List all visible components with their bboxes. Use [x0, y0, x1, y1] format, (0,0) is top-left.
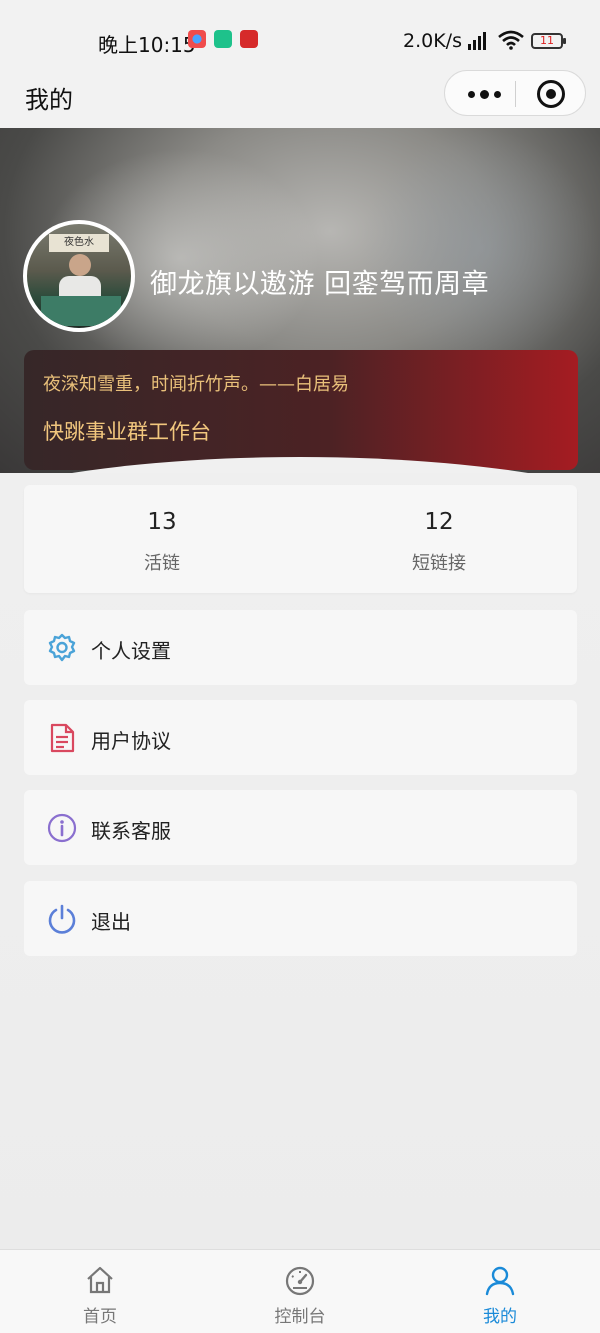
workspace-card[interactable]: 夜深知雪重，时闻折竹声。——白居易 快跳事业群工作台	[24, 350, 578, 470]
capsule-divider	[515, 81, 516, 107]
tab-home[interactable]: 首页	[0, 1250, 200, 1333]
menu-item-contact-support[interactable]: 联系客服	[24, 790, 577, 865]
menu-label: 个人设置	[91, 639, 171, 663]
stat-value: 12	[424, 509, 454, 535]
stat-label: 活链	[144, 553, 180, 574]
battery-icon: 11	[531, 33, 566, 49]
wifi-icon	[498, 30, 524, 55]
quote-text: 夜深知雪重，时闻折竹声。——白居易	[43, 374, 349, 395]
network-speed: 2.0K/s	[403, 30, 462, 52]
tab-dashboard[interactable]: 控制台	[200, 1250, 400, 1333]
stat-short-links[interactable]: 12 短链接	[301, 485, 577, 593]
nav-bar: 我的	[0, 64, 600, 128]
close-miniprogram-icon[interactable]	[537, 80, 565, 108]
avatar-sign: 夜色水	[49, 234, 109, 252]
workspace-title: 快跳事业群工作台	[43, 420, 211, 444]
tab-mine[interactable]: 我的	[400, 1250, 600, 1333]
info-icon	[46, 812, 78, 844]
document-icon	[46, 722, 78, 754]
app-notification-icon	[214, 30, 232, 48]
menu-item-settings[interactable]: 个人设置	[24, 610, 577, 685]
menu-label: 联系客服	[91, 819, 171, 843]
stat-active-links[interactable]: 13 活链	[24, 485, 300, 593]
page-title: 我的	[25, 86, 73, 114]
stat-label: 短链接	[412, 553, 466, 574]
menu-item-logout[interactable]: 退出	[24, 881, 577, 956]
gear-icon	[46, 632, 78, 664]
tab-label: 首页	[83, 1307, 117, 1327]
miniprogram-capsule	[444, 70, 586, 116]
signal-icon	[468, 30, 490, 50]
tab-label: 我的	[483, 1307, 517, 1327]
avatar[interactable]: 夜色水	[23, 220, 135, 332]
dashboard-icon	[284, 1264, 316, 1296]
menu-label: 用户协议	[91, 729, 171, 753]
stat-value: 13	[147, 509, 177, 535]
status-bar: 晚上10:15 2.0K/s 11	[0, 0, 600, 64]
app-notification-icon	[188, 30, 206, 48]
tab-bar: 首页 控制台 我的	[0, 1249, 600, 1333]
menu-label: 退出	[91, 910, 131, 934]
stats-card: 13 活链 12 短链接	[24, 485, 577, 593]
user-icon	[484, 1264, 516, 1296]
status-time: 晚上10:15	[98, 33, 196, 57]
tab-label: 控制台	[274, 1307, 326, 1327]
more-icon[interactable]	[465, 77, 515, 111]
menu-item-user-agreement[interactable]: 用户协议	[24, 700, 577, 775]
power-icon	[46, 903, 78, 935]
username: 御龙旗以遨游 回銮驾而周章	[150, 269, 490, 300]
app-notification-icon	[240, 30, 258, 48]
home-icon	[84, 1264, 116, 1296]
profile-header: 夜色水 御龙旗以遨游 回銮驾而周章 夜深知雪重，时闻折竹声。——白居易 快跳事业…	[0, 128, 600, 473]
